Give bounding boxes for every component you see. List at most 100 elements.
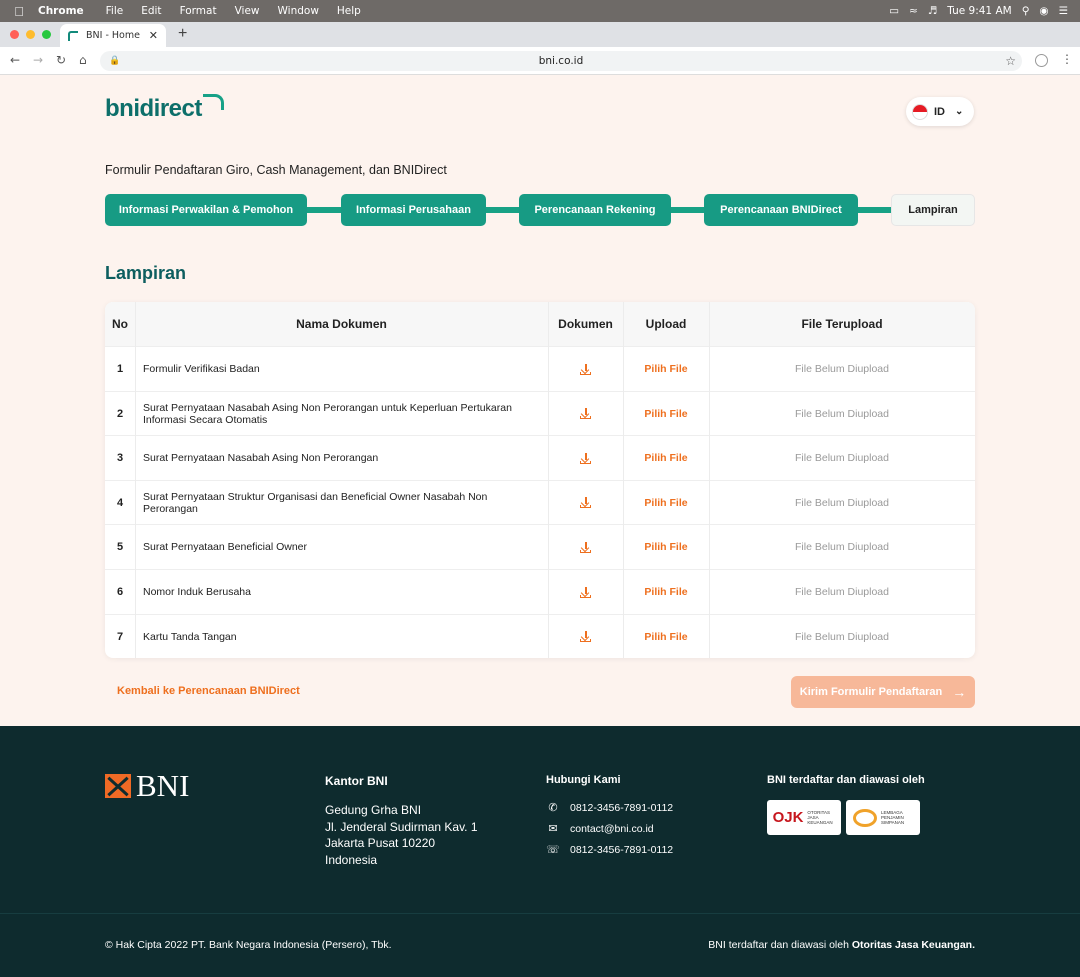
choose-file-button[interactable]: Pilih File — [623, 570, 709, 614]
header-file-terupload: File Terupload — [801, 317, 883, 331]
upload-status: File Belum Diupload — [795, 363, 889, 375]
url-text: bni.co.id — [538, 55, 584, 67]
download-icon — [580, 363, 591, 375]
apple-icon[interactable]:  — [0, 4, 38, 19]
contact-whatsapp[interactable]: ☏ 0812-3456-7891-0112 — [546, 843, 673, 857]
registered-prefix: BNI terdaftar dan diawasi oleh — [708, 939, 852, 951]
footer-divider — [0, 913, 1080, 914]
close-window-button[interactable] — [10, 30, 19, 39]
bni-logo-mark-icon — [105, 774, 131, 798]
indonesia-flag-icon — [912, 103, 928, 120]
window-controls — [10, 30, 51, 39]
email-address: contact@bni.co.id — [570, 822, 654, 835]
table-row: 6 Nomor Induk Berusaha Pilih File File Belu… — [105, 569, 975, 613]
siri-icon[interactable]: ◉ — [1039, 5, 1048, 17]
airplay-icon[interactable]: ▭ — [889, 5, 899, 17]
home-icon[interactable]: ⌂ — [79, 53, 87, 67]
contact-phone[interactable]: ✆ 0812-3456-7891-0112 — [546, 801, 673, 815]
choose-file-button[interactable]: Pilih File — [623, 392, 709, 436]
volume-icon[interactable]: ♬ — [928, 5, 937, 17]
contact-title: Hubungi Kami — [546, 774, 621, 786]
os-menubar:  Chrome File Edit Format View Window He… — [0, 0, 1080, 22]
step-perencanaan-bnidirect[interactable]: Perencanaan BNIDirect — [704, 194, 858, 226]
download-button[interactable] — [548, 392, 623, 436]
menu-format[interactable]: Format — [180, 5, 217, 17]
footer: BNI Kantor BNI Gedung Grha BNI Jl. Jende… — [0, 726, 1080, 977]
profile-icon[interactable] — [1035, 54, 1048, 67]
browser-tabstrip: BNI - Home ✕ + — [0, 22, 1080, 47]
back-arrow-icon[interactable]: ← — [10, 53, 20, 67]
submit-form-button[interactable]: Kirim Formulir Pendaftaran → — [791, 676, 975, 708]
step-lampiran[interactable]: Lampiran — [891, 194, 975, 226]
ojk-link[interactable]: Otoritas Jasa Keuangan. — [852, 939, 975, 951]
step-informasi-perwakilan[interactable]: Informasi Perwakilan & Pemohon — [105, 194, 307, 226]
download-button[interactable] — [548, 570, 623, 614]
document-name-text: Surat Pernyataan Nasabah Asing Non Peror… — [143, 401, 512, 426]
browser-toolbar: ← → ↻ ⌂ 🔒 bni.co.id ☆ ⋮ — [0, 47, 1080, 75]
download-button[interactable] — [548, 525, 623, 569]
row-number: 5 — [116, 541, 124, 554]
bookmark-star-icon[interactable]: ☆ — [1005, 51, 1016, 71]
lps-caption: LEMBAGA PENJAMIN SIMPANAN — [881, 810, 905, 825]
choose-file-button[interactable]: Pilih File — [623, 525, 709, 569]
download-button[interactable] — [548, 481, 623, 525]
clock[interactable]: Tue 9:41 AM — [947, 5, 1011, 17]
spotlight-search-icon[interactable]: ⚲ — [1022, 5, 1030, 17]
document-name: Surat Pernyataan Beneficial Owner — [143, 525, 543, 569]
minimize-window-button[interactable] — [26, 30, 35, 39]
download-icon — [580, 541, 591, 553]
document-name-text: Surat Pernyataan Nasabah Asing Non Peror… — [143, 452, 379, 465]
table-row: 4 Surat Pernyataan Struktur Organisasi da… — [105, 479, 975, 525]
menu-help[interactable]: Help — [337, 5, 361, 17]
download-button[interactable] — [548, 436, 623, 480]
control-center-icon[interactable]: ☰ — [1059, 5, 1068, 17]
lock-icon[interactable]: 🔒 — [109, 51, 120, 71]
supervised-title: BNI terdaftar dan diawasi oleh — [767, 774, 925, 786]
menu-view[interactable]: View — [235, 5, 260, 17]
reload-icon[interactable]: ↻ — [56, 53, 66, 67]
download-button[interactable] — [548, 615, 623, 658]
menu-app-name[interactable]: Chrome — [38, 5, 84, 17]
menu-window[interactable]: Window — [278, 5, 319, 17]
document-name-text: Surat Pernyataan Beneficial Owner — [143, 541, 308, 554]
new-tab-icon[interactable]: + — [178, 25, 187, 43]
address-line: Gedung Grha BNI — [325, 803, 422, 817]
bnidirect-logo[interactable]: bnidirect — [105, 95, 202, 123]
download-icon — [580, 452, 591, 464]
upload-status: File Belum Diupload — [795, 496, 889, 509]
close-tab-icon[interactable]: ✕ — [149, 29, 158, 42]
ojk-badge[interactable]: OJK OTORITAS JASA KEUANGAN — [767, 800, 841, 835]
submit-label: Kirim Formulir Pendaftaran — [799, 686, 943, 698]
choose-file-button[interactable]: Pilih File — [623, 436, 709, 480]
language-code: ID — [934, 105, 945, 118]
browser-tab[interactable]: BNI - Home ✕ — [60, 24, 166, 47]
menu-file[interactable]: File — [106, 5, 124, 17]
wifi-icon[interactable]: ≈ — [909, 5, 918, 17]
document-name-text: Kartu Tanda Tangan — [143, 630, 237, 643]
choose-file-button[interactable]: Pilih File — [623, 481, 709, 525]
back-link[interactable]: Kembali ke Perencanaan BNIDirect — [117, 685, 300, 697]
table-row: 2 Surat Pernyataan Nasabah Asing Non Pero… — [105, 390, 975, 436]
contact-email[interactable]: ✉ contact@bni.co.id — [546, 822, 654, 836]
choose-file-button[interactable]: Pilih File — [623, 615, 709, 658]
row-number: 3 — [116, 452, 124, 465]
address-bar[interactable]: 🔒 bni.co.id ☆ — [100, 51, 1022, 71]
row-number: 4 — [116, 496, 124, 509]
download-button[interactable] — [548, 347, 623, 391]
upload-status: File Belum Diupload — [795, 586, 889, 598]
office-title: Kantor BNI — [325, 774, 388, 788]
upload-status: File Belum Diupload — [795, 407, 889, 420]
menu-edit[interactable]: Edit — [141, 5, 161, 17]
address-line: Jakarta Pusat 10220 — [325, 836, 436, 850]
language-selector[interactable]: ID ⌄ — [906, 97, 974, 126]
step-perencanaan-rekening[interactable]: Perencanaan Rekening — [519, 194, 671, 226]
zoom-window-button[interactable] — [42, 30, 51, 39]
step-informasi-perusahaan[interactable]: Informasi Perusahaan — [341, 194, 486, 226]
chevron-down-icon: ⌄ — [955, 106, 964, 117]
more-menu-icon[interactable]: ⋮ — [1061, 52, 1073, 66]
choose-file-button[interactable]: Pilih File — [623, 347, 709, 391]
download-icon — [580, 497, 591, 509]
ojk-caption: OTORITAS JASA KEUANGAN — [807, 810, 833, 825]
forward-arrow-icon[interactable]: → — [33, 53, 43, 67]
lps-badge[interactable]: LEMBAGA PENJAMIN SIMPANAN — [846, 800, 920, 835]
